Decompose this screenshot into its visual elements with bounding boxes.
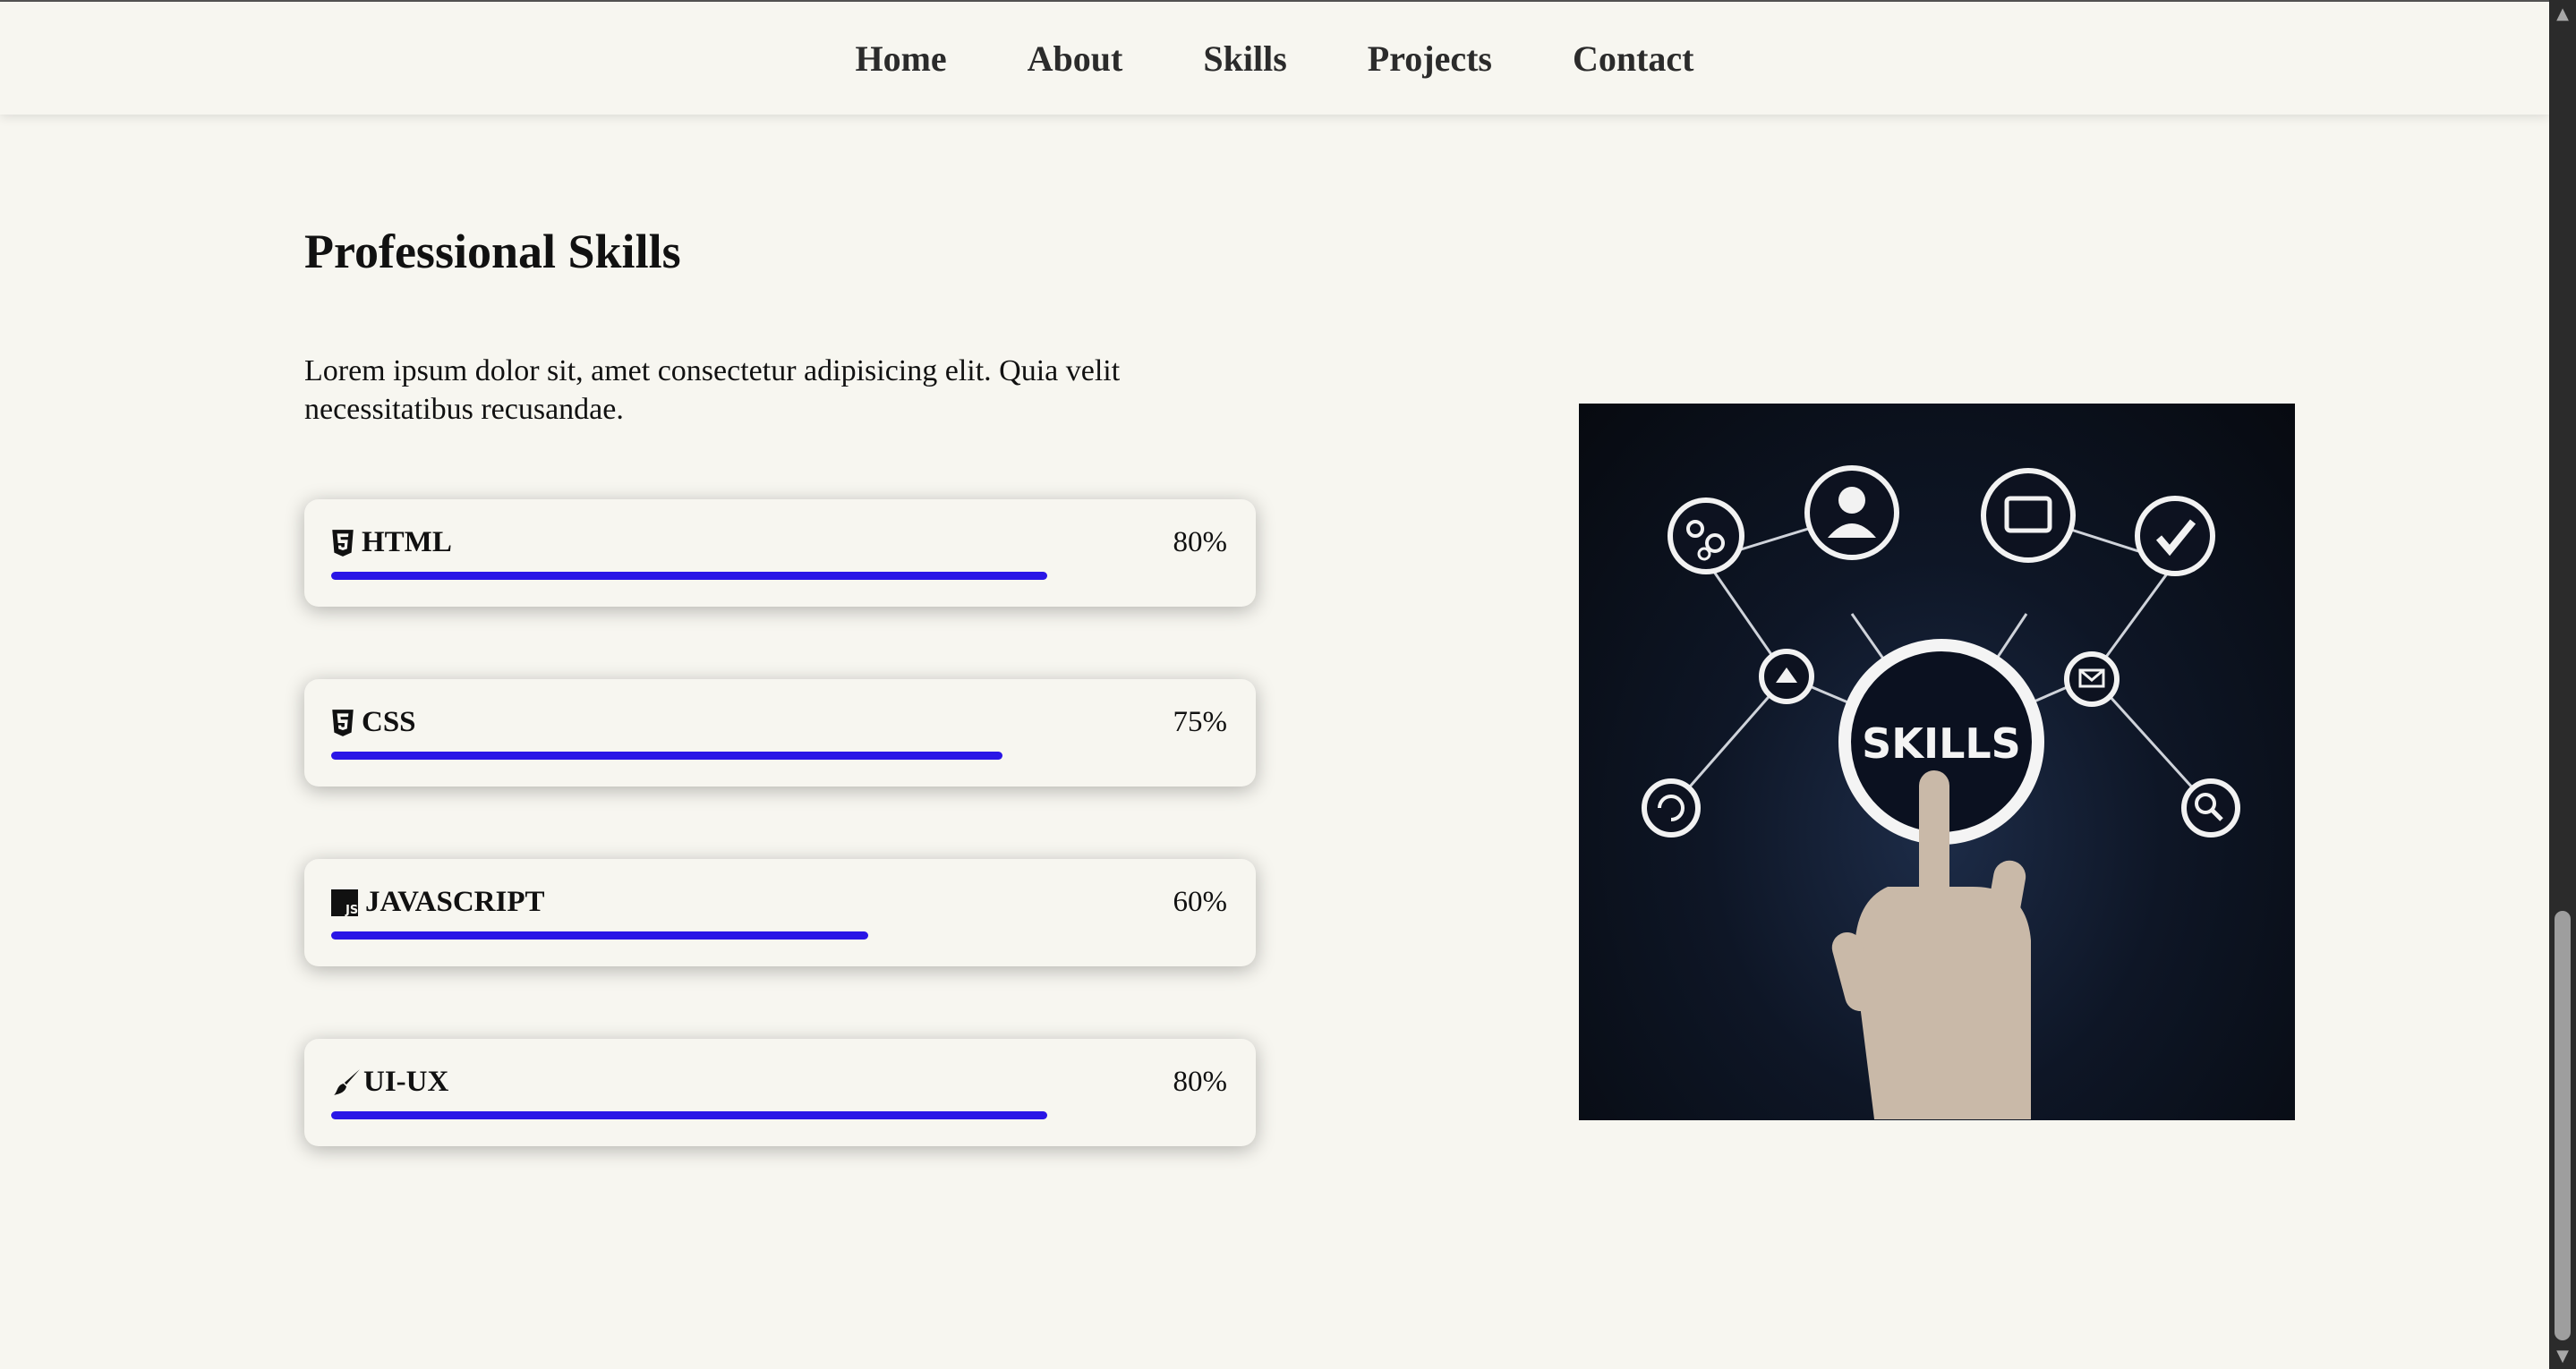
tablet-circle: [1981, 468, 2076, 563]
navbar: Home About Skills Projects Contact: [0, 2, 2549, 115]
skill-name: HTML: [362, 526, 452, 558]
skill-card-ui-ux: UI-UX 80%: [304, 1039, 1256, 1146]
skill-name: JAVASCRIPT: [365, 886, 545, 918]
skill-name: UI-UX: [363, 1066, 449, 1098]
skill-card-javascript: JS JAVASCRIPT 60%: [304, 859, 1256, 966]
scroll-down-arrow-icon[interactable]: ▼: [2549, 1342, 2576, 1369]
nav-link-home[interactable]: Home: [855, 38, 946, 80]
html5-icon: [332, 529, 354, 557]
nav-link-about[interactable]: About: [1028, 38, 1123, 80]
progress-bar: [331, 572, 1047, 580]
progress-bar: [331, 931, 868, 940]
search-circle: [2181, 778, 2240, 838]
gears-circle: [1668, 497, 1744, 574]
nav-link-projects[interactable]: Projects: [1368, 38, 1492, 80]
scroll-up-arrow-icon[interactable]: ▲: [2549, 0, 2576, 27]
skill-card-css: CSS 75%: [304, 679, 1256, 787]
skill-percent: 80%: [1173, 1066, 1228, 1098]
skill-header: JS JAVASCRIPT: [331, 886, 545, 919]
skill-card-html: HTML 80%: [304, 499, 1256, 607]
progress-track: [331, 752, 1226, 760]
brush-icon: [334, 1068, 360, 1095]
scrollbar[interactable]: ▲ ▼: [2549, 0, 2576, 1369]
skill-header: UI-UX: [331, 1066, 448, 1099]
skill-percent: 80%: [1173, 526, 1228, 558]
js-icon: JS: [331, 889, 358, 916]
check-circle: [2135, 496, 2215, 576]
progress-track: [331, 931, 1226, 940]
progress-track: [331, 1111, 1226, 1119]
skills-network-graphic: SKILLS: [1642, 465, 2240, 1119]
scroll-thumb[interactable]: [2555, 911, 2571, 1340]
skill-name: CSS: [362, 706, 416, 738]
progress-track: [331, 572, 1226, 580]
skill-percent: 75%: [1173, 706, 1228, 738]
css3-icon: [332, 709, 354, 736]
center-label: SKILLS: [1862, 719, 2021, 768]
section-description: Lorem ipsum dolor sit, amet consectetur …: [304, 354, 1121, 426]
progress-bar: [331, 1111, 1047, 1119]
progress-bar: [331, 752, 1002, 760]
refresh-circle: [1642, 778, 1701, 838]
nav-link-contact[interactable]: Contact: [1573, 38, 1694, 80]
nav-link-skills[interactable]: Skills: [1203, 38, 1286, 80]
svg-text:JS: JS: [345, 903, 358, 915]
section-title: Professional Skills: [304, 225, 681, 278]
skill-percent: 60%: [1173, 886, 1228, 918]
skill-header: CSS: [331, 706, 416, 739]
skill-header: HTML: [331, 526, 452, 559]
skills-illustration: SKILLS: [1579, 404, 2295, 1120]
page: Home About Skills Projects Contact Profe…: [0, 0, 2576, 1369]
